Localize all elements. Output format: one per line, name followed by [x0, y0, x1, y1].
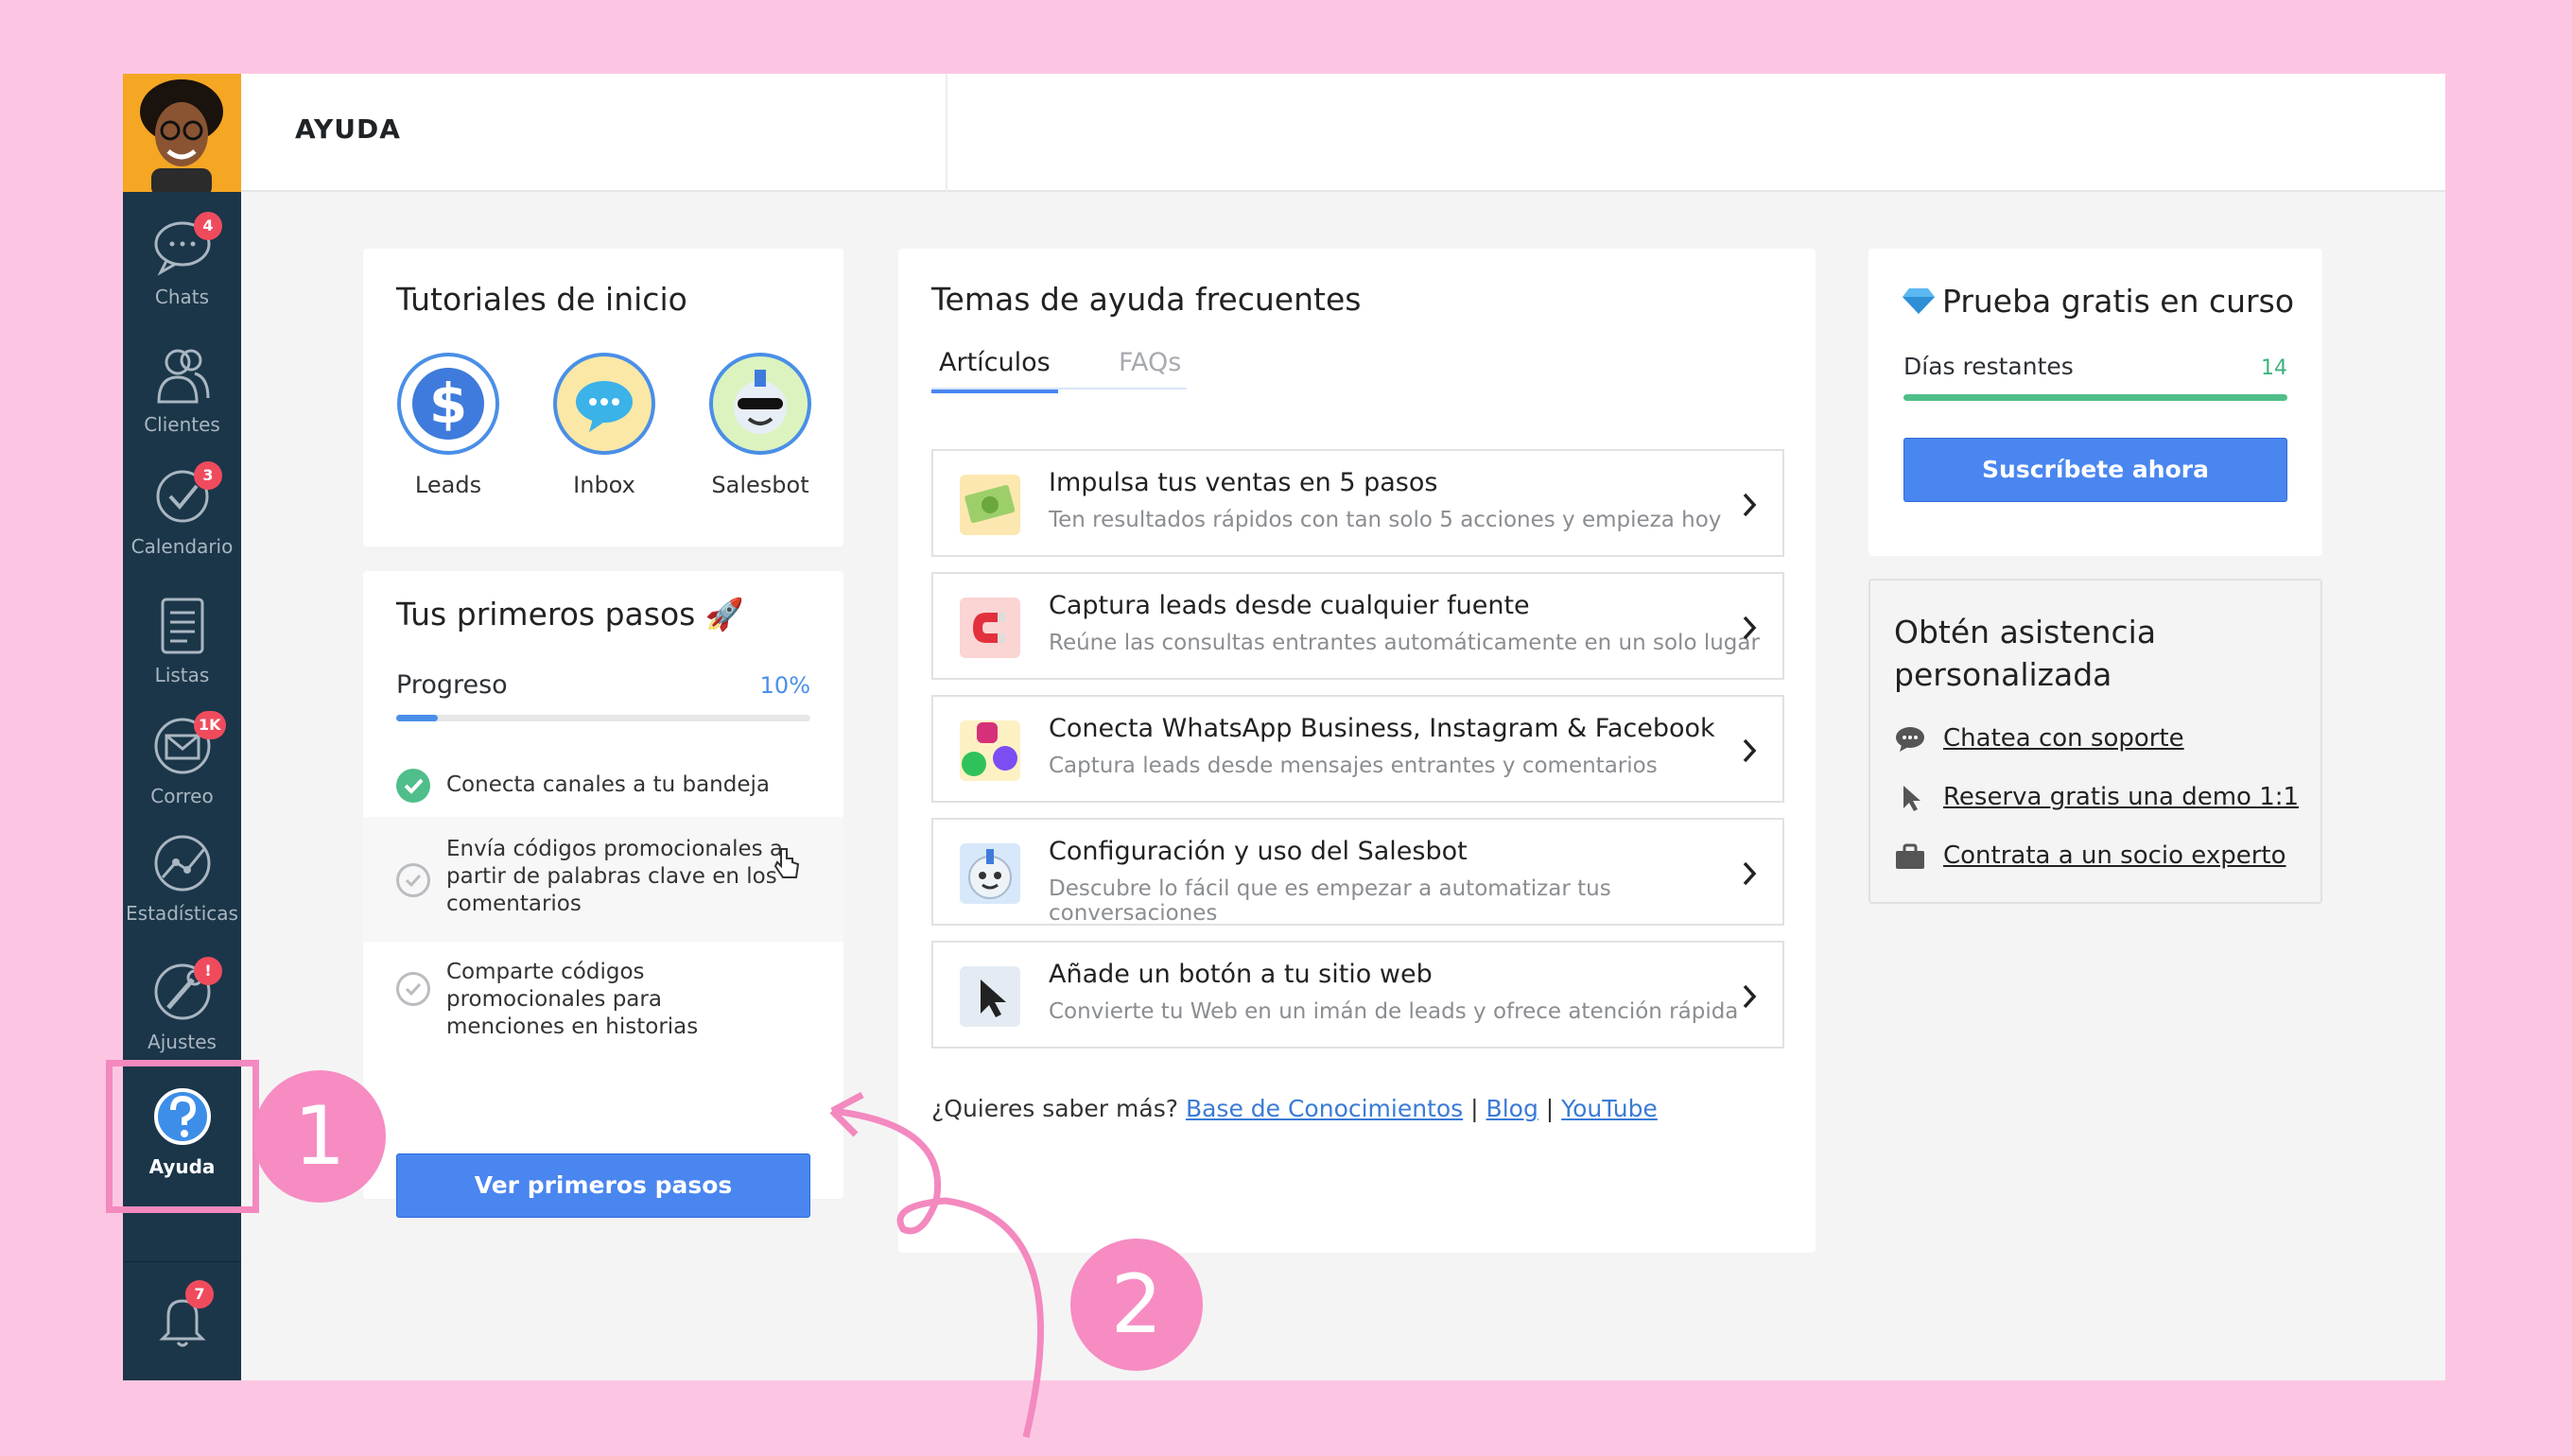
annotation-arrow	[829, 1091, 1044, 1438]
